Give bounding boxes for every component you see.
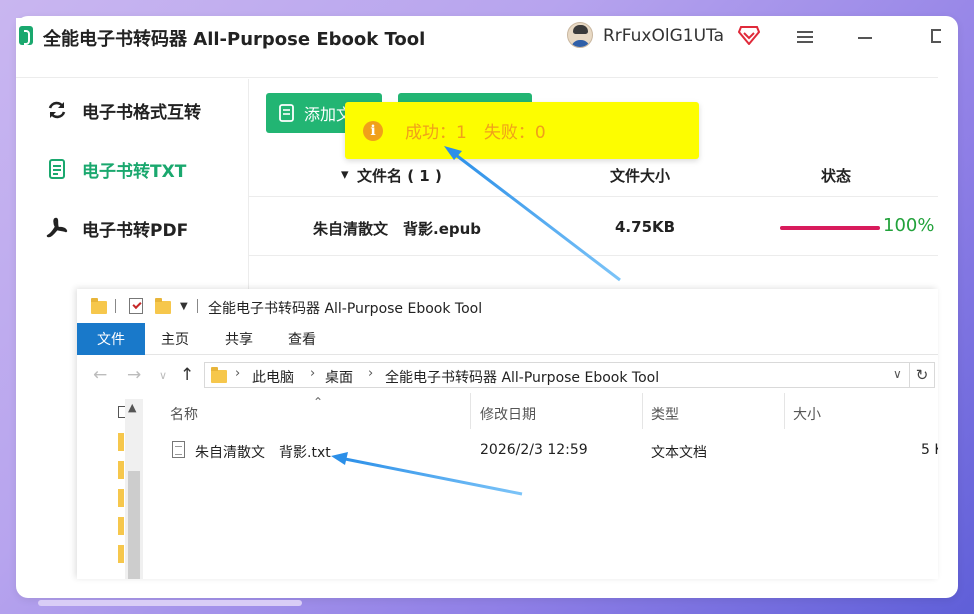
file-list-header: ⌃ 名称 修改日期 类型 大小 [157, 393, 938, 431]
avatar[interactable] [567, 22, 593, 48]
maximize-icon[interactable] [931, 29, 941, 43]
sort-up-icon: ⌃ [313, 395, 324, 409]
scroll-up-icon[interactable]: ▲ [128, 401, 136, 414]
breadcrumb-folder[interactable]: 全能电子书转码器 All-Purpose Ebook Tool [385, 367, 659, 387]
info-icon: i [363, 120, 383, 141]
chevron-right-icon: › [368, 366, 374, 381]
refresh-icon[interactable]: ↻ [909, 362, 935, 388]
back-icon[interactable]: ← [93, 365, 107, 385]
sidebar-item-to-pdf[interactable]: 电子书转PDF [16, 199, 248, 257]
column-size[interactable]: 大小 [793, 404, 821, 424]
column-type[interactable]: 类型 [651, 404, 679, 424]
explorer-title-bar: ▼ 全能电子书转码器 All-Purpose Ebook Tool [77, 289, 938, 323]
nav-folder-icon[interactable] [118, 461, 124, 479]
column-modified[interactable]: 修改日期 [480, 404, 536, 424]
document-icon [46, 158, 68, 180]
breadcrumb-this-pc[interactable]: 此电脑 [252, 367, 294, 387]
minimize-icon[interactable] [858, 37, 872, 39]
separator [197, 299, 198, 313]
column-divider[interactable] [642, 393, 643, 429]
sidebar: 电子书格式互转 电子书转TXT 电子书转PDF [16, 79, 248, 289]
folder-icon [91, 298, 107, 314]
sidebar-item-label: 电子书转PDF [82, 220, 189, 241]
nav-folder-icon[interactable] [118, 489, 124, 507]
column-divider[interactable] [784, 393, 785, 429]
separator [115, 299, 116, 313]
ribbon-tab-file[interactable]: 文件 [77, 323, 145, 355]
sidebar-item-label: 电子书格式互转 [82, 102, 201, 123]
file-type: 文本文档 [651, 445, 707, 461]
chevron-right-icon: › [310, 366, 316, 381]
vip-diamond-icon[interactable] [738, 25, 760, 45]
progress-bar [780, 226, 880, 230]
add-file-icon [279, 104, 294, 122]
address-row: ← → ∨ ↑ › 此电脑 › 桌面 › 全能电子书转码器 All-Purpos… [77, 359, 938, 393]
explorer-title: 全能电子书转码器 All-Purpose Ebook Tool [208, 301, 483, 317]
file-explorer-window: ▼ 全能电子书转码器 All-Purpose Ebook Tool 文件 主页 … [77, 289, 938, 579]
file-table-header: ▾ 文件名 ( 1 ) 文件大小 状态 [249, 155, 938, 197]
user-name[interactable]: RrFuxOlG1UTa [603, 26, 724, 46]
chevron-right-icon: › [235, 366, 241, 381]
sidebar-item-format-convert[interactable]: 电子书格式互转 [16, 81, 248, 139]
breadcrumb-desktop[interactable]: 桌面 [325, 367, 353, 387]
file-name: 朱自清散文 背影.epub [313, 220, 482, 238]
sort-desc-icon[interactable]: ▾ [341, 165, 349, 183]
ribbon-tab-home[interactable]: 主页 [151, 323, 199, 355]
scroll-thumb[interactable] [128, 471, 140, 579]
address-bar[interactable]: › 此电脑 › 桌面 › 全能电子书转码器 All-Purpose Ebook … [204, 362, 910, 388]
up-icon[interactable]: ↑ [180, 365, 194, 385]
app-logo [19, 26, 33, 45]
ribbon-tab-view[interactable]: 查看 [278, 323, 326, 355]
table-row[interactable]: 朱自清散文 背影.epub 4.75KB 100% [249, 198, 938, 256]
nav-folder-icon[interactable] [118, 433, 124, 451]
pdf-icon [46, 217, 68, 239]
sidebar-item-label: 电子书转TXT [82, 161, 187, 182]
app-title: 全能电子书转码器 All-Purpose Ebook Tool [43, 29, 426, 50]
ribbon: 文件 主页 共享 查看 [77, 323, 938, 355]
nav-folder-icon[interactable] [118, 545, 124, 563]
forward-icon[interactable]: → [127, 365, 141, 385]
properties-icon[interactable] [129, 298, 143, 314]
ribbon-tab-share[interactable]: 共享 [215, 323, 263, 355]
file-size: 4.75KB [615, 218, 676, 236]
new-folder-icon[interactable] [155, 298, 171, 314]
column-size: 文件大小 [610, 167, 671, 185]
nav-folder-icon[interactable] [118, 517, 124, 535]
sidebar-item-to-txt[interactable]: 电子书转TXT [16, 140, 248, 198]
column-divider[interactable] [470, 393, 471, 429]
folder-icon [211, 367, 227, 383]
refresh-icon [46, 99, 68, 121]
address-dropdown-icon[interactable]: ∨ [893, 367, 902, 381]
nav-scrollbar[interactable]: ▲ [125, 399, 143, 579]
column-status: 状态 [821, 167, 852, 185]
menu-icon[interactable] [797, 31, 813, 43]
toast-text: 成功：1 失败：0 [405, 123, 546, 143]
column-name[interactable]: 文件名 ( 1 ) [357, 165, 442, 186]
column-name[interactable]: 名称 [170, 404, 198, 424]
recent-dropdown-icon[interactable]: ∨ [159, 369, 167, 382]
list-item[interactable]: 朱自清散文 背影.txt 2026/2/3 12:59 文本文档 5 K [157, 436, 938, 464]
result-toast: i 成功：1 失败：0 [345, 102, 699, 159]
quick-access-dropdown-icon[interactable]: ▼ [180, 301, 188, 312]
file-name: 朱自清散文 背影.txt [195, 445, 331, 461]
text-file-icon [172, 441, 185, 458]
background-glow [38, 600, 302, 606]
file-size: 5 K [921, 442, 938, 458]
file-modified: 2026/2/3 12:59 [480, 442, 588, 458]
progress-fill [780, 226, 880, 230]
progress-text: 100% [883, 215, 935, 236]
